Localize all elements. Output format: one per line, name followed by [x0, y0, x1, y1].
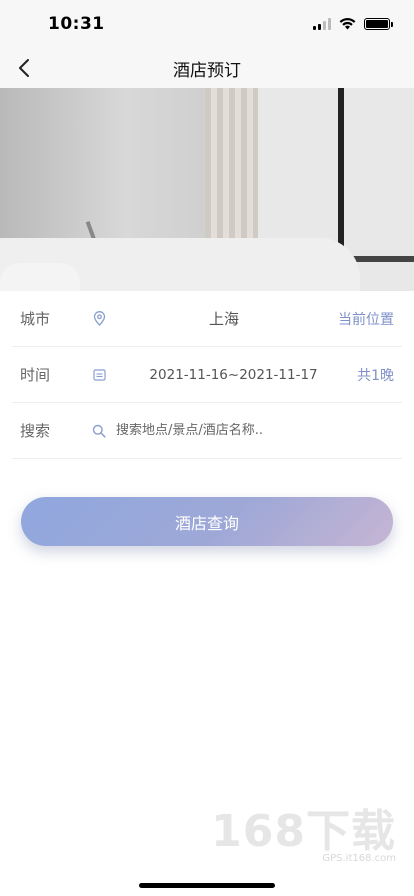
- search-row: 搜索: [12, 403, 402, 459]
- calendar-icon: [88, 368, 110, 381]
- wifi-icon: [339, 18, 356, 30]
- chevron-left-icon: [19, 59, 29, 77]
- status-bar: 10:31: [0, 0, 414, 48]
- city-value[interactable]: 上海: [110, 308, 338, 329]
- location-pin-icon: [88, 311, 110, 326]
- home-indicator[interactable]: [139, 883, 275, 888]
- city-row[interactable]: 城市 上海 当前位置: [12, 291, 402, 347]
- current-location-link[interactable]: 当前位置: [338, 309, 394, 329]
- date-label: 时间: [20, 366, 51, 384]
- search-input[interactable]: [110, 423, 394, 438]
- back-button[interactable]: [12, 56, 36, 80]
- battery-icon: [364, 18, 393, 30]
- booking-form: 城市 上海 当前位置 时间 2021-11-16~2021-11-17 共1晚 …: [0, 291, 414, 459]
- page-title: 酒店预订: [173, 60, 241, 81]
- hotel-search-button[interactable]: 酒店查询: [21, 497, 393, 546]
- search-label: 搜索: [20, 422, 51, 440]
- status-time: 10:31: [48, 14, 105, 34]
- search-icon: [88, 424, 110, 438]
- cellular-signal-icon: [313, 18, 331, 30]
- nav-bar: 酒店预订: [0, 48, 414, 88]
- nights-count: 共1晚: [357, 367, 394, 384]
- date-range-value[interactable]: 2021-11-16~2021-11-17: [110, 367, 357, 383]
- city-label: 城市: [20, 310, 51, 328]
- status-icons: [313, 18, 393, 30]
- watermark: 168下载 GPS.it168.com: [211, 795, 396, 864]
- hotel-banner-image: [0, 88, 414, 291]
- date-row[interactable]: 时间 2021-11-16~2021-11-17 共1晚: [12, 347, 402, 403]
- watermark-brand: 168下载: [211, 806, 396, 857]
